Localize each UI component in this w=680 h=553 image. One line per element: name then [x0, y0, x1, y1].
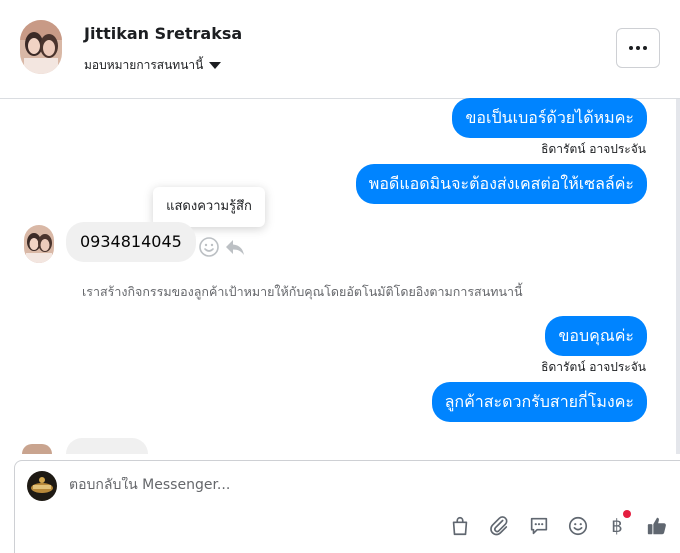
incoming-message[interactable]: 0934814045 — [66, 222, 196, 262]
payment-icon[interactable]: ฿ — [604, 510, 631, 539]
contact-avatar-small[interactable] — [24, 225, 54, 263]
outgoing-message[interactable]: พอดีแอดมินจะต้องส่งเคสต่อให้เซลล์ค่ะ — [355, 164, 647, 204]
react-tooltip: แสดงความรู้สึก — [153, 187, 265, 227]
more-dot — [643, 46, 647, 50]
notification-dot — [623, 510, 631, 518]
caret-down-icon — [209, 62, 222, 69]
sender-name: ธิดารัตน์ อาจประจัน — [541, 142, 646, 156]
reply-composer: ฿ — [14, 460, 680, 553]
outgoing-message[interactable]: ลูกค้าสะดวกรับสายกี่โมงคะ — [431, 382, 647, 422]
contact-avatar[interactable] — [20, 20, 62, 74]
thumbs-up-icon[interactable] — [644, 513, 670, 539]
scrollbar[interactable] — [676, 99, 680, 454]
page-avatar — [27, 471, 57, 501]
contact-avatar-partial — [22, 444, 52, 454]
baht-symbol: ฿ — [611, 515, 623, 537]
smiley-react-icon[interactable] — [198, 236, 220, 258]
shopping-bag-icon[interactable] — [447, 513, 473, 539]
reply-icon[interactable] — [224, 236, 246, 258]
more-options-button[interactable] — [616, 28, 660, 68]
more-dot — [636, 46, 640, 50]
contact-name[interactable]: Jittikan Sretraksa — [84, 24, 242, 43]
emoji-icon[interactable] — [565, 513, 591, 539]
incoming-message-partial — [66, 438, 148, 454]
sender-name: ธิดารัตน์ อาจประจัน — [541, 360, 646, 374]
more-horizontal-icon — [629, 46, 633, 50]
reply-input[interactable] — [69, 477, 629, 493]
outgoing-message[interactable]: ขอเป็นเบอร์ด้วยได้หมคะ — [452, 98, 647, 138]
outgoing-message[interactable]: ขอบคุณค่ะ — [545, 316, 647, 356]
saved-reply-icon[interactable] — [526, 513, 552, 539]
attachment-icon[interactable] — [486, 513, 512, 539]
conversation-header: Jittikan Sretraksa มอบหมายการสนทนานี้ — [0, 0, 680, 99]
system-note: เราสร้างกิจกรรมของลูกค้าเป้าหมายให้กับคุ… — [82, 284, 523, 299]
assign-conversation-label: มอบหมายการสนทนานี้ — [84, 58, 204, 72]
assign-conversation-dropdown[interactable]: มอบหมายการสนทนานี้ — [84, 56, 222, 75]
